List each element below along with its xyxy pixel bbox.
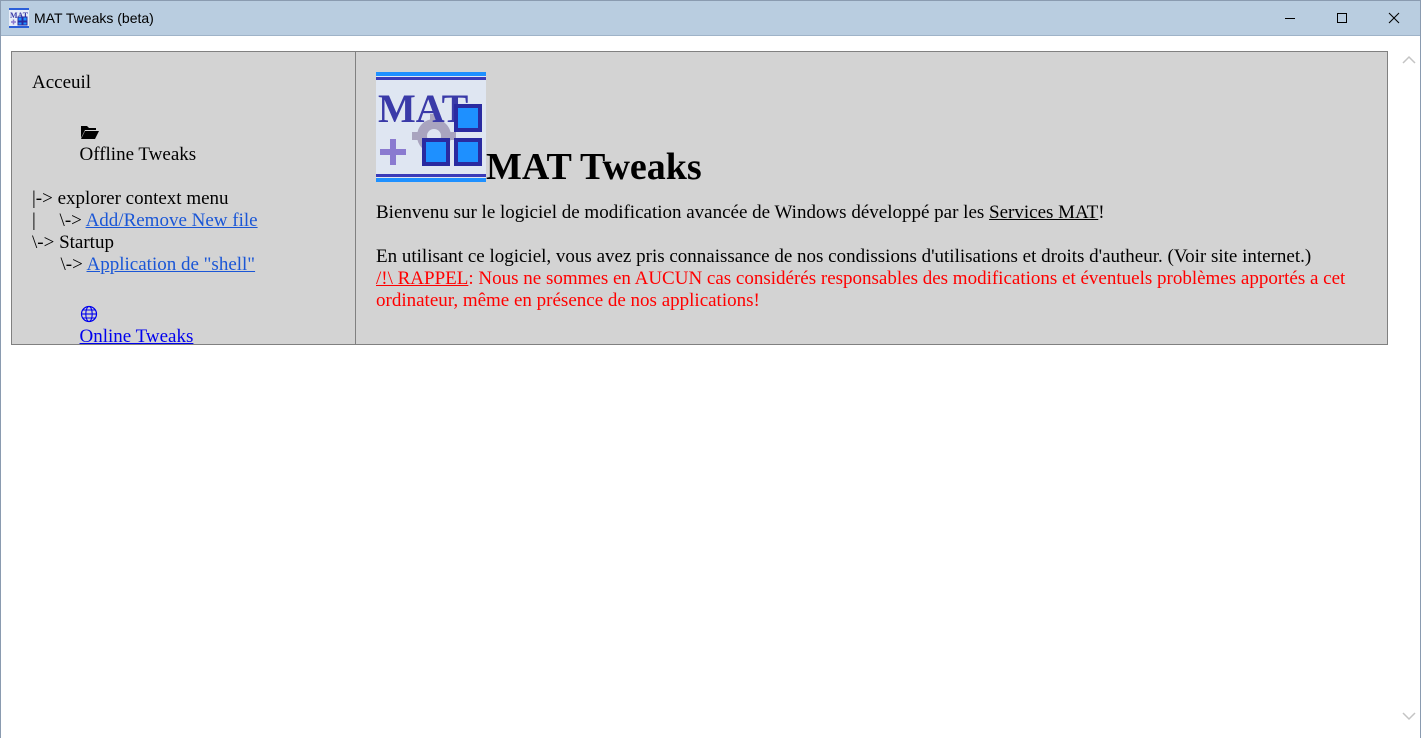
title-bar[interactable]: MAT MAT Tweaks (beta) xyxy=(1,1,1420,36)
close-button[interactable] xyxy=(1368,1,1420,35)
sidebar-startup-label: Startup xyxy=(59,232,114,253)
services-mat-link[interactable]: Services MAT xyxy=(989,202,1098,223)
app-icon: MAT xyxy=(9,8,29,28)
sidebar-offline-label: Offline Tweaks xyxy=(79,144,197,165)
add-remove-new-file-link[interactable]: Add/Remove New file xyxy=(86,210,258,231)
sidebar-item-explorer-context: |-> explorer context menu xyxy=(32,188,355,210)
sidebar-item-shell: \-> Application de "shell" xyxy=(32,254,355,276)
tree-prefix: \-> xyxy=(32,254,87,275)
sidebar-item-online-tweaks[interactable]: Online Tweaks xyxy=(32,282,355,370)
application-shell-link[interactable]: Application de "shell" xyxy=(87,254,256,275)
sidebar-item-home[interactable]: Acceuil xyxy=(32,72,355,94)
vertical-scrollbar[interactable] xyxy=(1398,36,1420,738)
mat-logo: MAT xyxy=(376,72,486,182)
sidebar-item-offline-tweaks[interactable]: Offline Tweaks xyxy=(32,100,355,188)
tree-prefix: | \-> xyxy=(32,210,86,231)
globe-icon xyxy=(80,305,97,323)
minimize-icon xyxy=(1285,18,1295,19)
main-panel: Acceuil Offline Tweaks |-> explorer cont… xyxy=(11,51,1388,347)
minimize-button[interactable] xyxy=(1264,1,1316,35)
sidebar-explorer-label: explorer context menu xyxy=(57,188,229,209)
sidebar-item-new-file: | \-> Add/Remove New file xyxy=(32,210,355,232)
main-content: MAT MAT Tweaks Bienvenu sur le logiciel … xyxy=(356,52,1387,344)
app-window: MAT MAT Tweaks (beta) Acceuil Offline Tw… xyxy=(0,0,1421,738)
page-content: Acceuil Offline Tweaks |-> explorer cont… xyxy=(1,36,1398,738)
warning-text: : Nous ne sommes en AUCUN cas considérés… xyxy=(376,268,1346,311)
folder-open-icon xyxy=(80,126,99,139)
maximize-button[interactable] xyxy=(1316,1,1368,35)
rappel-link[interactable]: /!\ RAPPEL xyxy=(376,268,468,289)
tree-prefix: |-> xyxy=(32,188,58,209)
window-title: MAT Tweaks (beta) xyxy=(34,10,154,26)
close-icon xyxy=(1388,12,1400,24)
page-title: MAT Tweaks xyxy=(486,146,702,188)
terms-text: En utilisant ce logiciel, vous avez pris… xyxy=(376,246,1312,267)
sidebar-item-startup: \-> Startup xyxy=(32,232,355,254)
scroll-up-icon[interactable] xyxy=(1401,52,1417,68)
sidebar: Acceuil Offline Tweaks |-> explorer cont… xyxy=(12,52,356,347)
welcome-after: ! xyxy=(1098,202,1105,223)
terms-block: En utilisant ce logiciel, vous avez pris… xyxy=(376,246,1367,312)
online-tweaks-link[interactable]: Online Tweaks xyxy=(80,326,194,347)
window-controls xyxy=(1264,1,1420,35)
scroll-down-icon[interactable] xyxy=(1401,708,1417,724)
welcome-before: Bienvenu sur le logiciel de modification… xyxy=(376,202,990,223)
heading-row: MAT MAT Tweaks xyxy=(376,72,1367,188)
maximize-icon xyxy=(1337,13,1347,23)
tree-prefix: \-> xyxy=(32,232,60,253)
welcome-text: Bienvenu sur le logiciel de modification… xyxy=(376,202,1367,224)
